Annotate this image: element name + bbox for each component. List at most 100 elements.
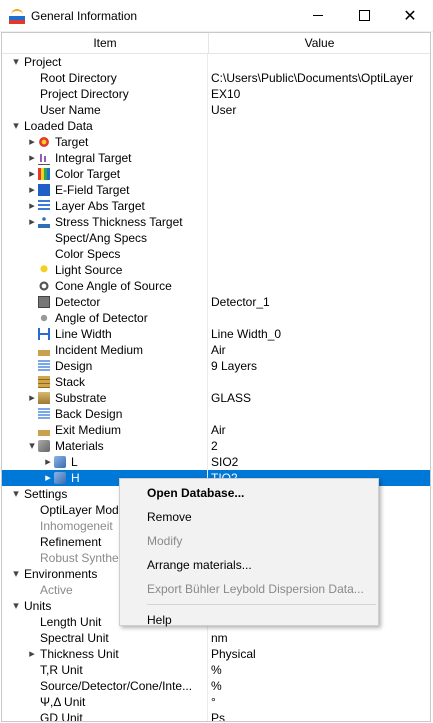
expand-arrow-icon[interactable]: ▸ — [26, 214, 38, 230]
close-icon: ✕ — [403, 7, 417, 25]
menu-item-export-buhler: Export Bühler Leybold Dispersion Data... — [147, 582, 364, 596]
collapse-arrow-icon[interactable]: ▾ — [10, 598, 22, 614]
item-label: Layer Abs Target — [55, 199, 145, 213]
item-cell: ▾ Materials — [2, 438, 208, 454]
tree-row-stack[interactable]: Stack — [2, 374, 430, 390]
column-header-value[interactable]: Value — [209, 33, 430, 53]
item-cell: Root Directory — [2, 70, 208, 86]
value-cell — [208, 182, 430, 198]
value-cell — [208, 150, 430, 166]
item-cell: Ψ,Δ Unit — [2, 694, 208, 710]
tree-row-back-design[interactable]: Back Design — [2, 406, 430, 422]
value-cell — [208, 166, 430, 182]
expand-arrow-icon[interactable]: ▸ — [42, 470, 54, 486]
value-cell — [208, 246, 430, 262]
tree-row-thickness-unit[interactable]: ▸ Thickness Unit Physical — [2, 646, 430, 662]
collapse-arrow-icon[interactable]: ▾ — [10, 566, 22, 582]
tree-row-design[interactable]: Design 9 Layers — [2, 358, 430, 374]
value-cell: Physical — [211, 647, 256, 661]
item-cell: Project Directory — [2, 86, 208, 102]
tree-row-integral-target[interactable]: ▸ Integral Target — [2, 150, 430, 166]
tree-row-angle-detector[interactable]: Angle of Detector — [2, 310, 430, 326]
value-cell — [208, 278, 430, 294]
expand-arrow-icon[interactable]: ▸ — [26, 134, 38, 150]
bulb-icon — [38, 264, 50, 276]
value-cell: 9 Layers — [211, 359, 258, 373]
item-label: Spect/Ang Specs — [55, 231, 148, 245]
tree-row-efield-target[interactable]: ▸ E-Field Target — [2, 182, 430, 198]
tree-row-exit-medium[interactable]: Exit Medium Air — [2, 422, 430, 438]
item-label: Angle of Detector — [55, 311, 148, 325]
item-cell: Spectral Unit — [2, 630, 208, 646]
close-button[interactable]: ✕ — [387, 0, 433, 31]
expand-arrow-icon[interactable]: ▸ — [26, 150, 38, 166]
item-cell: Incident Medium — [2, 342, 208, 358]
menu-item-arrange-materials[interactable]: Arrange materials... — [120, 553, 378, 577]
item-cell: Line Width — [2, 326, 208, 342]
value-cell — [208, 198, 430, 214]
menu-item-open-database[interactable]: Open Database... — [120, 481, 378, 505]
expand-arrow-icon[interactable]: ▸ — [26, 646, 38, 662]
menu-item-help[interactable]: Help — [120, 608, 378, 632]
tree-row-materials[interactable]: ▾ Materials 2 — [2, 438, 430, 454]
tree-row-substrate[interactable]: ▸ Substrate GLASS — [2, 390, 430, 406]
tree-row-tr-unit[interactable]: T,R Unit% — [2, 662, 430, 678]
item-label: Project — [24, 55, 62, 69]
value-cell: Line Width_0 — [211, 327, 282, 341]
tree-row-color-specs[interactable]: Color Specs — [2, 246, 430, 262]
efield-icon — [38, 184, 50, 196]
item-label: Incident Medium — [55, 343, 144, 357]
item-label: GD Unit — [40, 711, 83, 722]
tree-row-spectral-unit[interactable]: Spectral Unit nm — [2, 630, 430, 646]
tree-row-target[interactable]: ▸ Target — [2, 134, 430, 150]
tree-row-detector[interactable]: Detector Detector_1 — [2, 294, 430, 310]
item-cell: ▸ Integral Target — [2, 150, 208, 166]
tree-row-light-source[interactable]: Light Source — [2, 262, 430, 278]
expand-arrow-icon[interactable]: ▸ — [26, 390, 38, 406]
tree-row-stress-thickness-target[interactable]: ▸ Stress Thickness Target — [2, 214, 430, 230]
tree-row-cone-angle[interactable]: Cone Angle of Source — [2, 278, 430, 294]
tree-row-psi-delta-unit[interactable]: Ψ,Δ Unit ° — [2, 694, 430, 710]
expand-arrow-icon[interactable]: ▸ — [26, 198, 38, 214]
collapse-arrow-icon[interactable]: ▾ — [26, 438, 38, 454]
tree-row-gd-unit[interactable]: GD Unit Ps — [2, 710, 430, 722]
collapse-arrow-icon[interactable]: ▾ — [10, 486, 22, 502]
tree-row-project-dir[interactable]: Project Directory EX10 — [2, 86, 430, 102]
tree-row-user-name[interactable]: User Name User — [2, 102, 430, 118]
maximize-button[interactable] — [341, 0, 387, 31]
collapse-arrow-icon[interactable]: ▾ — [10, 118, 22, 134]
item-cell: Exit Medium — [2, 422, 208, 438]
integral-icon — [38, 151, 50, 165]
expand-arrow-icon[interactable]: ▸ — [26, 166, 38, 182]
tree-row-layer-abs-target[interactable]: ▸ Layer Abs Target — [2, 198, 430, 214]
tree-row-root-dir[interactable]: Root Directory C:\Users\Public\Documents\… — [2, 70, 430, 86]
value-cell — [208, 406, 430, 422]
item-label: Target — [55, 135, 89, 149]
tree-row-spect-ang-specs[interactable]: Spect/Ang Specs — [2, 230, 430, 246]
context-menu: Open Database... Remove Modify Arrange mate… — [119, 478, 379, 627]
menu-item-remove[interactable]: Remove — [120, 505, 378, 529]
tree-row-incident-medium[interactable]: Incident Medium Air — [2, 342, 430, 358]
value-cell: % — [211, 679, 222, 693]
tree-row-color-target[interactable]: ▸ Color Target — [2, 166, 430, 182]
minimize-button[interactable] — [295, 0, 341, 31]
expand-arrow-icon[interactable]: ▸ — [42, 454, 54, 470]
tree-row-loaded-data[interactable]: ▾ Loaded Data — [2, 118, 430, 134]
tree-row-line-width[interactable]: Line Width Line Width_0 — [2, 326, 430, 342]
item-label: Project Directory — [40, 87, 129, 101]
collapse-arrow-icon[interactable]: ▾ — [10, 54, 22, 70]
value-cell — [208, 230, 430, 246]
detector-icon — [38, 296, 50, 308]
expand-arrow-icon[interactable]: ▸ — [26, 182, 38, 198]
tree-row-mat-l[interactable]: ▸ L SIO2 — [2, 454, 430, 470]
item-label: Stack — [55, 375, 86, 389]
value-cell — [208, 134, 430, 150]
item-label: Exit Medium — [55, 423, 122, 437]
value-cell: Ps — [211, 711, 226, 722]
column-header-item[interactable]: Item — [2, 33, 209, 53]
value-cell: Air — [211, 423, 226, 437]
item-cell: ▾ Project — [2, 54, 208, 70]
tree-row-project[interactable]: ▾ Project — [2, 54, 430, 70]
tree-row-sdci-unit[interactable]: Source/Detector/Cone/Inte...% — [2, 678, 430, 694]
menu-separator — [147, 604, 376, 605]
